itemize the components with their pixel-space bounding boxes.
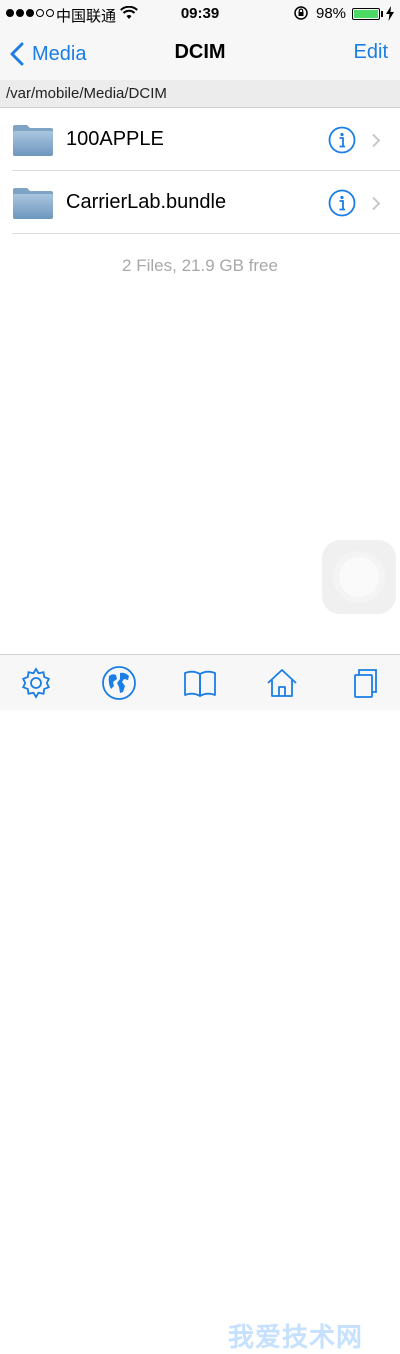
back-button[interactable]: Media: [10, 38, 86, 70]
edit-button[interactable]: Edit: [354, 41, 388, 64]
navigation-bar: Media DCIM Edit: [0, 28, 400, 80]
battery-icon: [352, 8, 380, 20]
copy-icon[interactable]: [346, 665, 382, 701]
charging-bolt-icon: [386, 6, 394, 21]
chevron-left-icon: [10, 42, 24, 66]
home-icon[interactable]: [264, 665, 300, 701]
path-bar: /var/mobile/Media/DCIM: [0, 80, 400, 108]
battery-percent: 98%: [316, 5, 347, 22]
battery-level-fill: [354, 10, 378, 18]
globe-icon[interactable]: [101, 665, 137, 701]
battery-cap: [381, 11, 383, 17]
assistive-touch-inner: [339, 557, 379, 597]
gear-icon[interactable]: [18, 665, 54, 701]
file-list: 100APPLE CarrierLab.bundle: [0, 108, 400, 234]
rotation-lock-icon: [294, 6, 308, 20]
current-path: /var/mobile/Media/DCIM: [6, 85, 167, 102]
tab-bar: 我爱技术网: [0, 654, 400, 1352]
chevron-right-icon: [372, 133, 381, 148]
file-name: CarrierLab.bundle: [66, 191, 227, 213]
folder-icon: [13, 188, 53, 219]
file-summary: 2 Files, 21.9 GB free: [122, 256, 278, 275]
back-button-label: Media: [32, 42, 87, 65]
info-icon[interactable]: [328, 189, 356, 217]
list-item[interactable]: 100APPLE: [0, 108, 400, 171]
folder-icon: [13, 125, 53, 156]
assistive-touch-button[interactable]: [322, 540, 396, 614]
list-item[interactable]: CarrierLab.bundle: [0, 171, 400, 234]
watermark-text: 我爱技术网: [228, 1322, 364, 1352]
book-icon[interactable]: [182, 665, 218, 701]
file-name: 100APPLE: [66, 128, 164, 150]
info-icon[interactable]: [328, 126, 356, 154]
chevron-right-icon: [372, 196, 381, 211]
status-bar: 中国联通 09:39 98%: [0, 0, 400, 28]
